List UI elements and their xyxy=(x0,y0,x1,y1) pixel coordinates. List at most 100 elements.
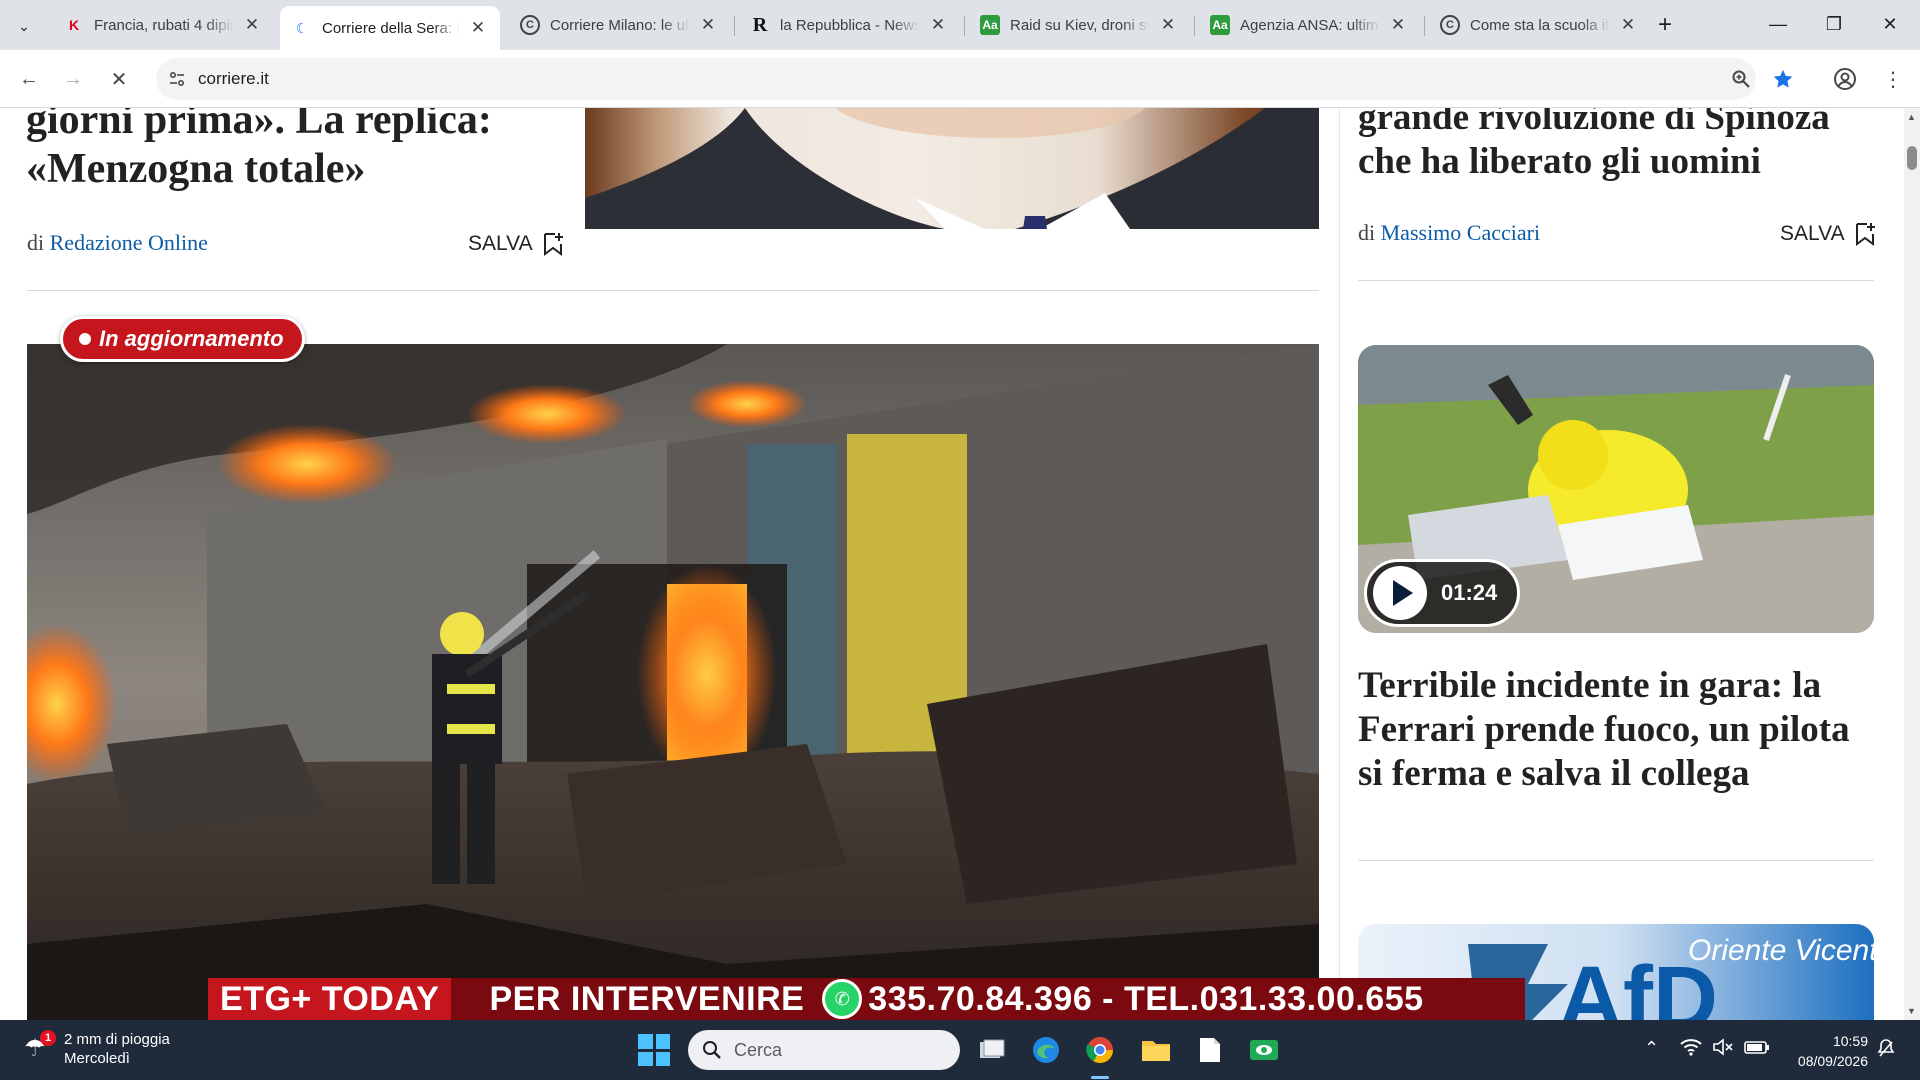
app-green-icon[interactable] xyxy=(1246,1032,1282,1068)
taskbar-search[interactable]: Cerca xyxy=(688,1030,960,1070)
tab-favicon-icon: K xyxy=(68,17,80,33)
tab-favicon-icon: C xyxy=(520,15,540,35)
article-headline[interactable]: giorni prima». La replica: «Menzogna tot… xyxy=(26,108,546,194)
tray-overflow-icon[interactable]: ⌃ xyxy=(1644,1038,1659,1059)
author-link[interactable]: Redazione Online xyxy=(50,230,208,255)
search-icon xyxy=(703,1041,721,1059)
scroll-down-icon[interactable]: ▼ xyxy=(1907,1006,1916,1016)
ticker-channel: ETG+ TODAY xyxy=(208,978,452,1020)
tab-title: Corriere della Sera: Notizie xyxy=(322,19,460,37)
video-play-pill[interactable]: 01:24 xyxy=(1364,559,1520,627)
taskbar-clock[interactable]: 10:59 08/09/2026 xyxy=(1798,1031,1868,1071)
tab-close-icon[interactable]: ✕ xyxy=(1388,15,1408,35)
tab-close-icon[interactable]: ✕ xyxy=(1158,15,1178,35)
file-explorer-icon[interactable] xyxy=(1138,1032,1174,1068)
address-bar[interactable]: corriere.it xyxy=(156,58,1756,100)
chrome-icon[interactable] xyxy=(1082,1032,1118,1068)
minimize-button[interactable]: — xyxy=(1750,0,1806,48)
save-label: SALVA xyxy=(468,232,533,255)
tab-separator xyxy=(734,16,735,36)
forward-button[interactable]: → xyxy=(58,64,88,94)
scroll-thumb[interactable] xyxy=(1907,146,1917,170)
sidebar-byline: di Massimo Cacciari xyxy=(1358,220,1540,246)
tab-close-icon[interactable]: ✕ xyxy=(468,18,488,38)
play-icon[interactable] xyxy=(1373,566,1427,620)
weather-widget[interactable]: ☂ 1 2 mm di pioggia Mercoledì xyxy=(24,1030,170,1068)
browser-menu-icon[interactable]: ⋮ xyxy=(1878,64,1908,94)
bookmark-add-icon xyxy=(543,233,563,256)
tab-title: Come sta la scuola it xyxy=(1470,16,1610,34)
tv-ticker-banner: ETG+ TODAY PER INTERVENIRE ✆ 335.70.84.3… xyxy=(208,978,1525,1020)
tab-close-icon[interactable]: ✕ xyxy=(698,15,718,35)
tab-title: Corriere Milano: le ultime xyxy=(550,16,690,34)
back-button[interactable]: ← xyxy=(14,64,44,94)
article-photo-top[interactable] xyxy=(585,108,1319,229)
tab-raid-kiev[interactable]: Aa Raid su Kiev, droni su ✕ xyxy=(968,6,1190,44)
tab-separator xyxy=(1194,16,1195,36)
tab-strip: ⌄ K Francia, rubati 4 dipinti ✕ ☾ Corrie… xyxy=(0,0,1920,50)
video-card[interactable]: 01:24 xyxy=(1358,345,1874,633)
close-window-button[interactable]: ✕ xyxy=(1862,0,1918,48)
volume-muted-icon[interactable] xyxy=(1712,1038,1734,1061)
main-story-photo[interactable] xyxy=(27,344,1319,1020)
zoom-icon[interactable] xyxy=(1726,64,1756,94)
notepad-icon[interactable] xyxy=(1192,1032,1228,1068)
restore-button[interactable]: ❐ xyxy=(1806,0,1862,48)
start-button[interactable] xyxy=(638,1034,670,1066)
battery-icon[interactable] xyxy=(1744,1038,1770,1061)
tab-favicon-icon: Aa xyxy=(980,15,1000,35)
save-label: SALVA xyxy=(1780,222,1845,245)
clock-date: 08/09/2026 xyxy=(1797,1053,1868,1069)
save-button[interactable]: SALVA xyxy=(468,232,563,256)
weather-badge: 1 xyxy=(40,1030,56,1046)
sidebar-divider xyxy=(1358,280,1874,281)
tab-title: Raid su Kiev, droni su xyxy=(1010,16,1150,34)
page-content: giorni prima». La replica: «Menzogna tot… xyxy=(0,108,1920,1020)
url-text[interactable]: corriere.it xyxy=(198,69,269,89)
chrome-active-indicator xyxy=(1091,1076,1109,1079)
ticker-intervene: PER INTERVENIRE xyxy=(489,979,805,1018)
clock-time: 10:59 xyxy=(1832,1033,1868,1049)
umbrella-icon: ☂ 1 xyxy=(24,1030,56,1064)
stop-loading-button[interactable]: ✕ xyxy=(104,64,134,94)
notifications-icon[interactable] xyxy=(1876,1038,1896,1063)
live-update-badge: In aggiornamento xyxy=(60,316,305,362)
tab-ansa[interactable]: Aa Agenzia ANSA: ultime ✕ xyxy=(1198,6,1420,44)
afd-overlay-text: Oriente Vicente xyxy=(1688,934,1874,967)
task-view-icon[interactable] xyxy=(974,1032,1010,1068)
tab-title: Agenzia ANSA: ultime xyxy=(1240,16,1380,34)
wifi-icon[interactable] xyxy=(1680,1038,1702,1061)
tab-title: Francia, rubati 4 dipinti xyxy=(94,16,234,34)
tab-search-chevron-icon[interactable]: ⌄ xyxy=(10,12,38,40)
bookmark-star-icon[interactable] xyxy=(1768,64,1798,94)
tab-close-icon[interactable]: ✕ xyxy=(1618,15,1638,35)
video-headline[interactable]: Terribile incidente in gara: la Ferrari … xyxy=(1358,664,1878,796)
browser-toolbar: ← → ✕ corriere.it ⋮ xyxy=(0,50,1920,108)
tab-close-icon[interactable]: ✕ xyxy=(242,15,262,35)
tab-close-icon[interactable]: ✕ xyxy=(928,15,948,35)
weather-day: Mercoledì xyxy=(64,1050,130,1067)
sidebar-save-button[interactable]: SALVA xyxy=(1780,222,1875,246)
tab-corriere-active[interactable]: ☾ Corriere della Sera: Notizie ✕ xyxy=(280,6,500,50)
scroll-up-icon[interactable]: ▲ xyxy=(1907,112,1916,122)
edge-icon[interactable] xyxy=(1028,1032,1064,1068)
tab-francia[interactable]: K Francia, rubati 4 dipinti ✕ xyxy=(52,6,274,44)
tab-corriere-milano[interactable]: C Corriere Milano: le ultime ✕ xyxy=(508,6,730,44)
bookmark-add-icon xyxy=(1855,223,1875,246)
page-scrollbar[interactable]: ▲ ▼ xyxy=(1904,108,1920,1020)
site-info-icon[interactable] xyxy=(162,64,192,94)
profile-icon[interactable] xyxy=(1830,64,1860,94)
tab-favicon-icon: C xyxy=(1440,15,1460,35)
tab-scuola[interactable]: C Come sta la scuola it ✕ xyxy=(1428,6,1650,44)
tab-separator xyxy=(1424,16,1425,36)
sidebar-headline-top[interactable]: grande rivoluzione di Spinoza che ha lib… xyxy=(1358,108,1878,184)
ticker-phone: 335.70.84.396 - TEL.031.33.00.655 xyxy=(868,979,1424,1018)
tab-repubblica[interactable]: R la Repubblica - News ✕ xyxy=(738,6,960,44)
new-tab-button[interactable]: + xyxy=(1650,10,1680,40)
column-divider xyxy=(1339,108,1340,1020)
byline-prefix: di xyxy=(27,230,45,255)
sidebar-author-link[interactable]: Massimo Cacciari xyxy=(1381,220,1540,245)
byline-prefix: di xyxy=(1358,220,1376,245)
section-divider xyxy=(27,290,1319,291)
video-duration: 01:24 xyxy=(1441,580,1498,605)
